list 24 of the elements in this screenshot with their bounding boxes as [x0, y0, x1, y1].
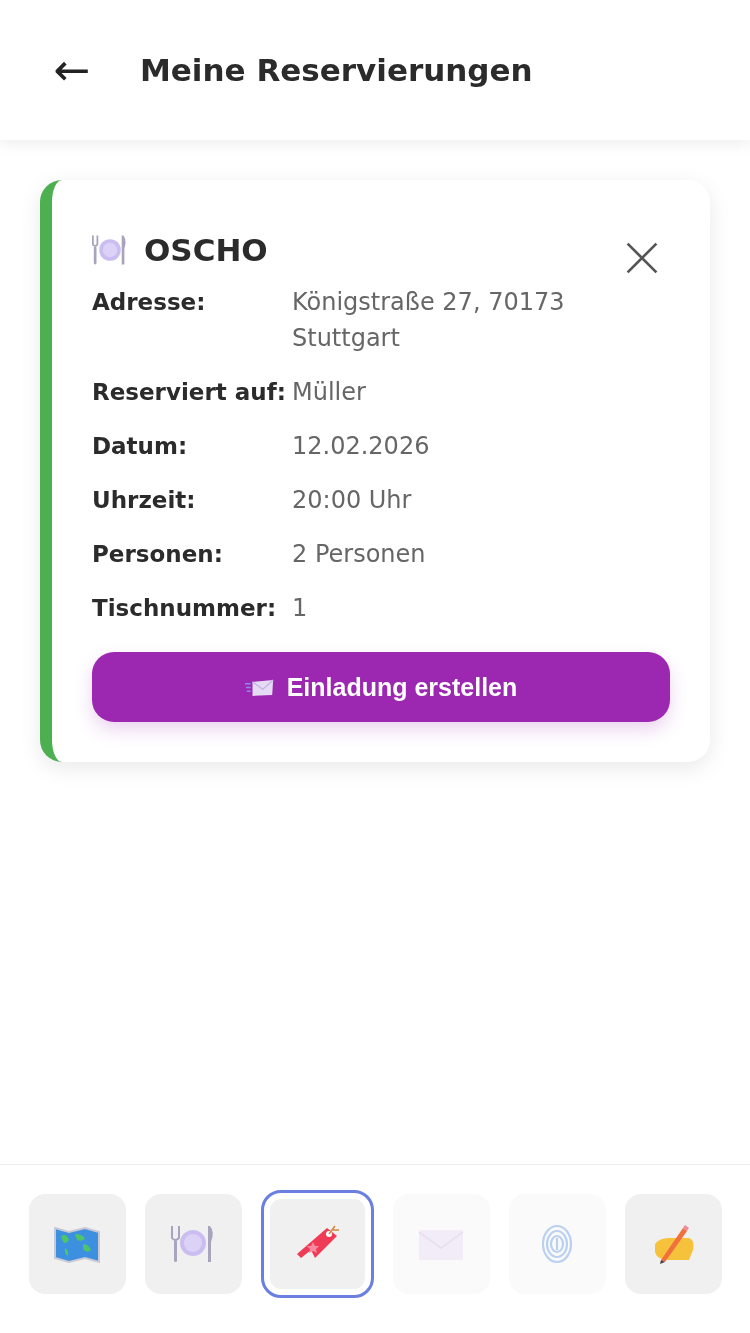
map-tab[interactable] — [28, 1194, 126, 1294]
writing-tab[interactable] — [624, 1194, 722, 1294]
page-title: Meine Reservierungen — [140, 52, 533, 88]
field-value: Königstraße 27, 70173 Stuttgart — [292, 287, 566, 354]
field-value: Müller — [292, 377, 367, 408]
create-invitation-button[interactable]: Einladung erstellen — [92, 652, 670, 722]
restaurant-name: OSCHO — [144, 232, 269, 268]
field-label: Reserviert auf: — [92, 378, 287, 407]
field-label: Personen: — [92, 540, 224, 569]
field-label: Adresse: — [92, 288, 207, 317]
field-value: 2 Personen — [292, 539, 427, 570]
ticket-tab[interactable] — [260, 1190, 374, 1298]
field-label: Uhrzeit: — [92, 486, 197, 515]
field-label: Tischnummer: — [92, 594, 278, 623]
dining-tab[interactable] — [144, 1194, 242, 1294]
close-icon[interactable] — [624, 240, 660, 276]
dining-icon — [92, 233, 128, 267]
field-value: 20:00 Uhr — [292, 485, 413, 516]
field-label: Datum: — [92, 432, 189, 461]
back-button[interactable]: ← — [42, 48, 102, 92]
field-value: 12.02.2026 — [292, 431, 431, 462]
envelope-icon — [244, 677, 275, 697]
field-value: 1 — [292, 593, 309, 624]
map-icon — [53, 1224, 101, 1264]
